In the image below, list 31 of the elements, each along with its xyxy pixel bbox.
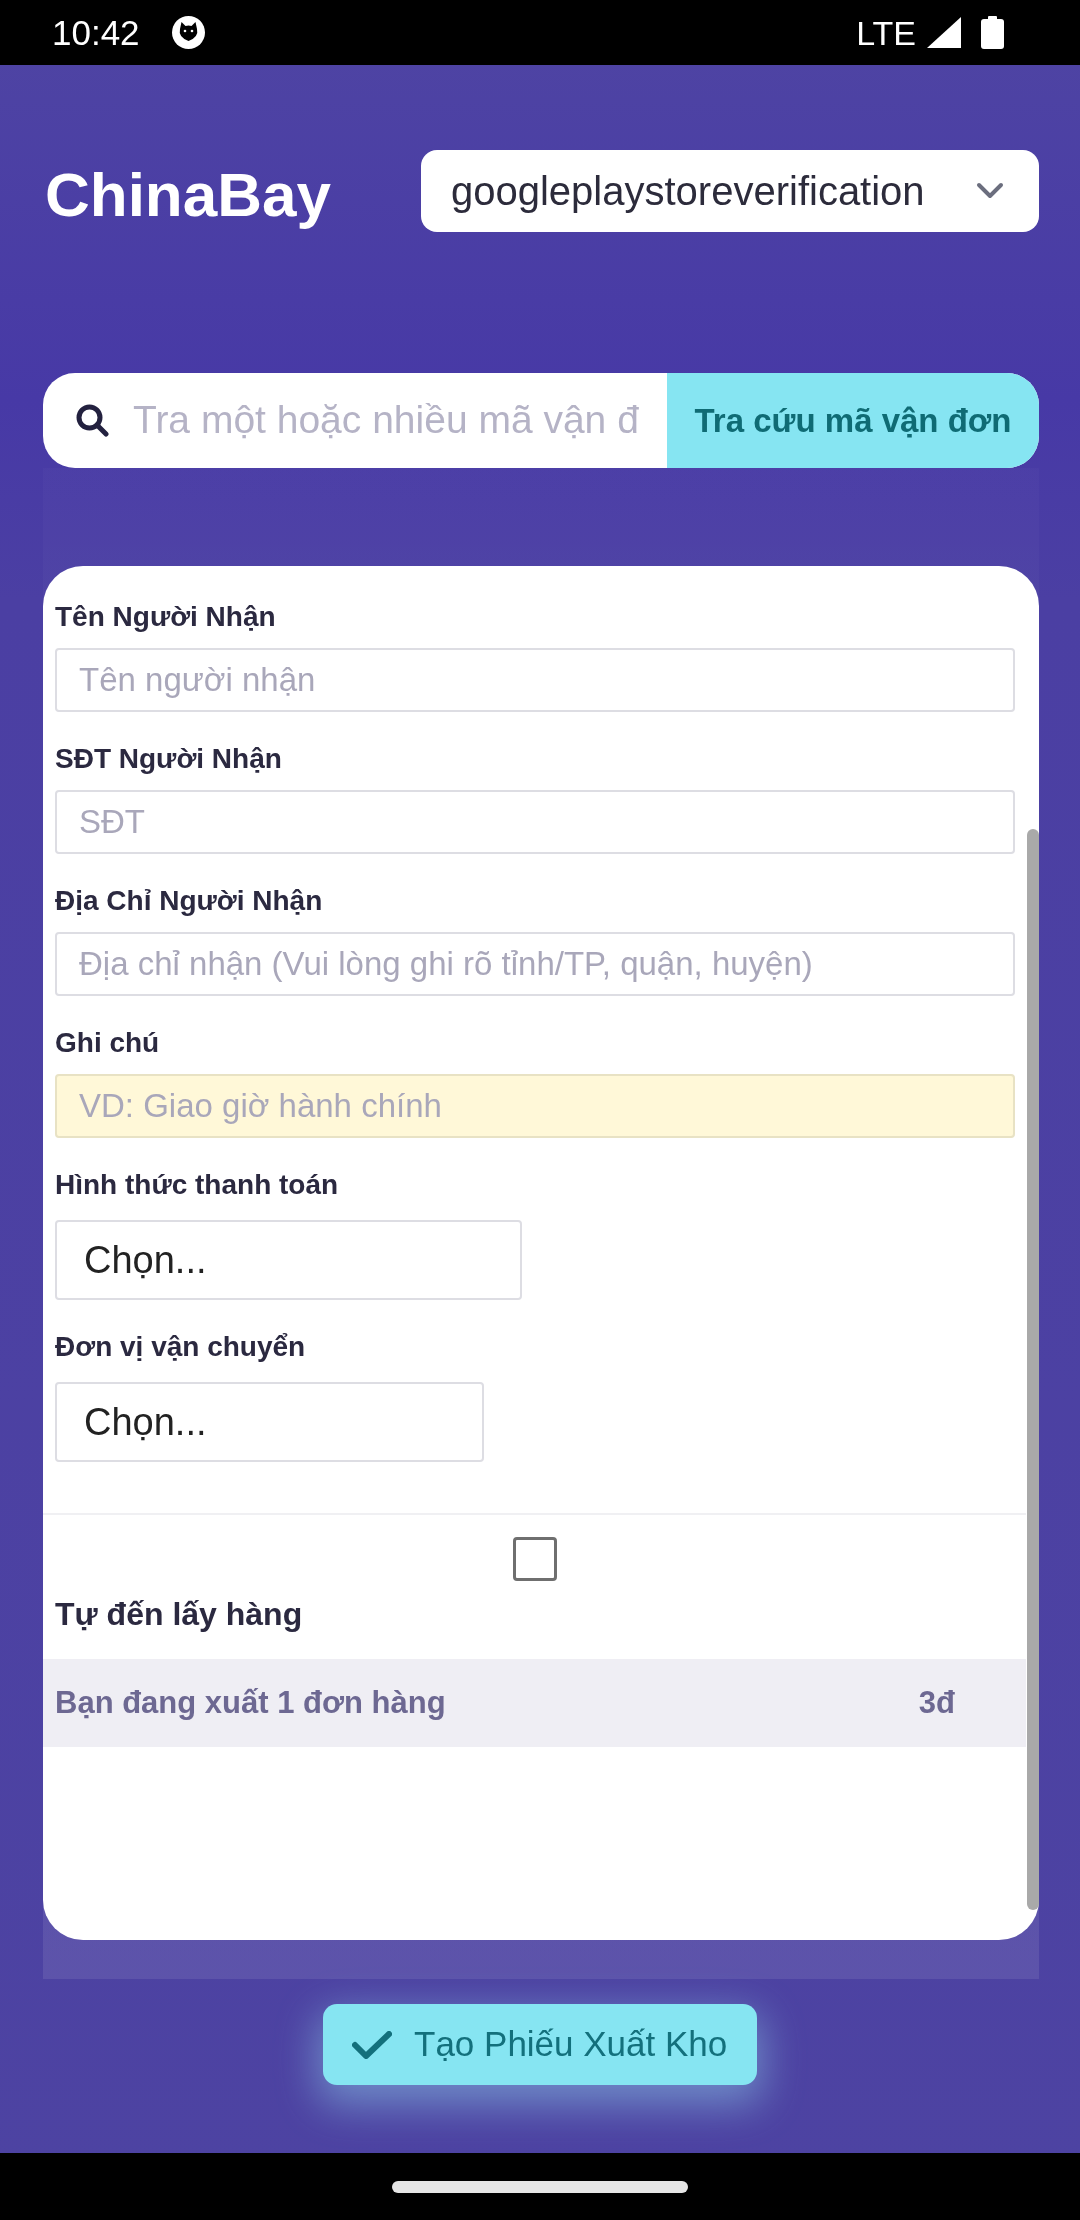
clock-time: 10:42	[52, 15, 140, 50]
cat-icon	[171, 16, 205, 49]
select-field[interactable]: Chọn...	[55, 1382, 484, 1462]
signal-icon	[927, 17, 961, 48]
field-label: Tên Người Nhận	[55, 600, 277, 634]
field-label: Địa Chỉ Người Nhận	[55, 884, 324, 918]
field-label: Hình thức thanh toán	[55, 1168, 340, 1202]
search-icon	[76, 404, 109, 437]
checkbox[interactable]	[512, 1537, 557, 1581]
network-type: LTE	[856, 15, 916, 50]
search-field[interactable]: Tra một hoặc nhiều mã vận đ	[133, 391, 667, 450]
text-field[interactable]: Địa chỉ nhận (Vui lòng ghi rõ tỉnh/TP, quận, huyện)	[55, 932, 1015, 996]
lookup-button[interactable]: Tra cứu mã vận đơn	[667, 373, 1039, 468]
pickup-label: Tự đến lấy hàng	[54, 1595, 304, 1634]
field-label: Ghi chú	[55, 1026, 161, 1060]
summary-amount: 3đ	[918, 1683, 955, 1722]
chevron-down-icon	[976, 182, 1004, 200]
create-receipt-button[interactable]: Tạo Phiếu Xuất Kho	[323, 2004, 757, 2085]
search-bar[interactable]: Tra một hoặc nhiều mã vận đ Tra cứu mã vận đơn	[43, 373, 1039, 468]
field-label: SĐT Người Nhận	[55, 742, 283, 776]
field-label: Đơn vị vận chuyển	[55, 1330, 307, 1364]
checkmark-icon	[352, 2030, 392, 2059]
home-handle[interactable]	[392, 2181, 688, 2193]
summary-text: Bạn đang xuất 1 đơn hàng	[55, 1683, 446, 1722]
text-field[interactable]: SĐT	[55, 790, 1015, 854]
battery-icon	[981, 16, 1004, 49]
scrollbar-thumb[interactable]	[1027, 829, 1039, 1910]
select-field[interactable]: Chọn...	[55, 1220, 522, 1300]
account-dropdown[interactable]: googleplaystoreverification	[421, 150, 1039, 232]
text-field[interactable]: VD: Giao giờ hành chính	[55, 1074, 1015, 1138]
text-field[interactable]: Tên người nhận	[55, 648, 1015, 712]
